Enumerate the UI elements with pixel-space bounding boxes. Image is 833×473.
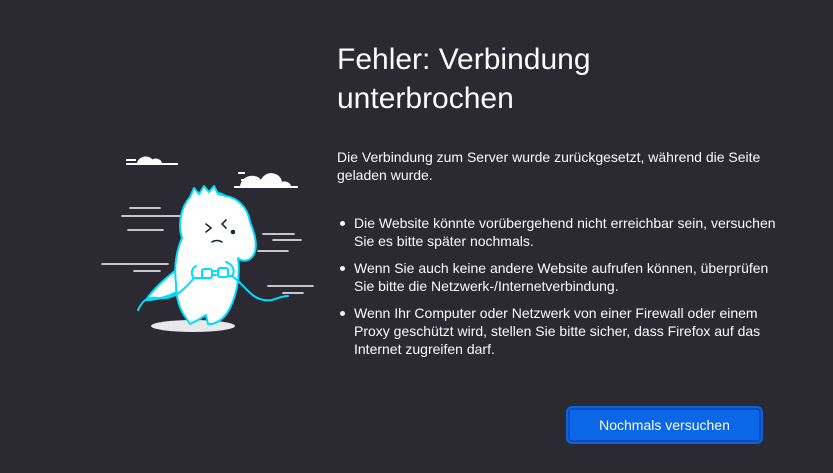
error-reasons-list: Die Website könnte vorübergehend nicht e… bbox=[337, 214, 777, 358]
bullet-icon bbox=[340, 266, 345, 271]
list-item: Wenn Sie auch keine andere Website aufru… bbox=[337, 259, 777, 295]
error-content: Fehler: Verbindung unterbrochen Die Verb… bbox=[337, 40, 777, 367]
unplugged-dinosaur-illustration bbox=[101, 156, 314, 332]
error-description: Die Verbindung zum Server wurde zurückge… bbox=[337, 149, 761, 183]
cloud-icon bbox=[234, 172, 298, 189]
list-item: Wenn Ihr Computer oder Netzwerk von eine… bbox=[337, 304, 777, 358]
error-title-line1: Fehler: Verbindung bbox=[337, 43, 591, 76]
reason-text: Wenn Sie auch keine andere Website aufru… bbox=[354, 260, 769, 294]
bullet-icon bbox=[340, 221, 345, 226]
retry-button[interactable]: Nochmals versuchen bbox=[568, 408, 761, 442]
error-title: Fehler: Verbindung unterbrochen bbox=[337, 40, 777, 118]
reason-text: Die Website könnte vorübergehend nicht e… bbox=[354, 215, 776, 249]
dinosaur-body bbox=[174, 190, 257, 325]
error-page: Fehler: Verbindung unterbrochen Die Verb… bbox=[0, 0, 833, 473]
error-title-line2: unterbrochen bbox=[337, 82, 514, 115]
cloud-icon bbox=[126, 156, 178, 166]
reason-text: Wenn Ihr Computer oder Netzwerk von eine… bbox=[354, 305, 761, 357]
bullet-icon bbox=[340, 311, 345, 316]
list-item: Die Website könnte vorübergehend nicht e… bbox=[337, 214, 777, 250]
